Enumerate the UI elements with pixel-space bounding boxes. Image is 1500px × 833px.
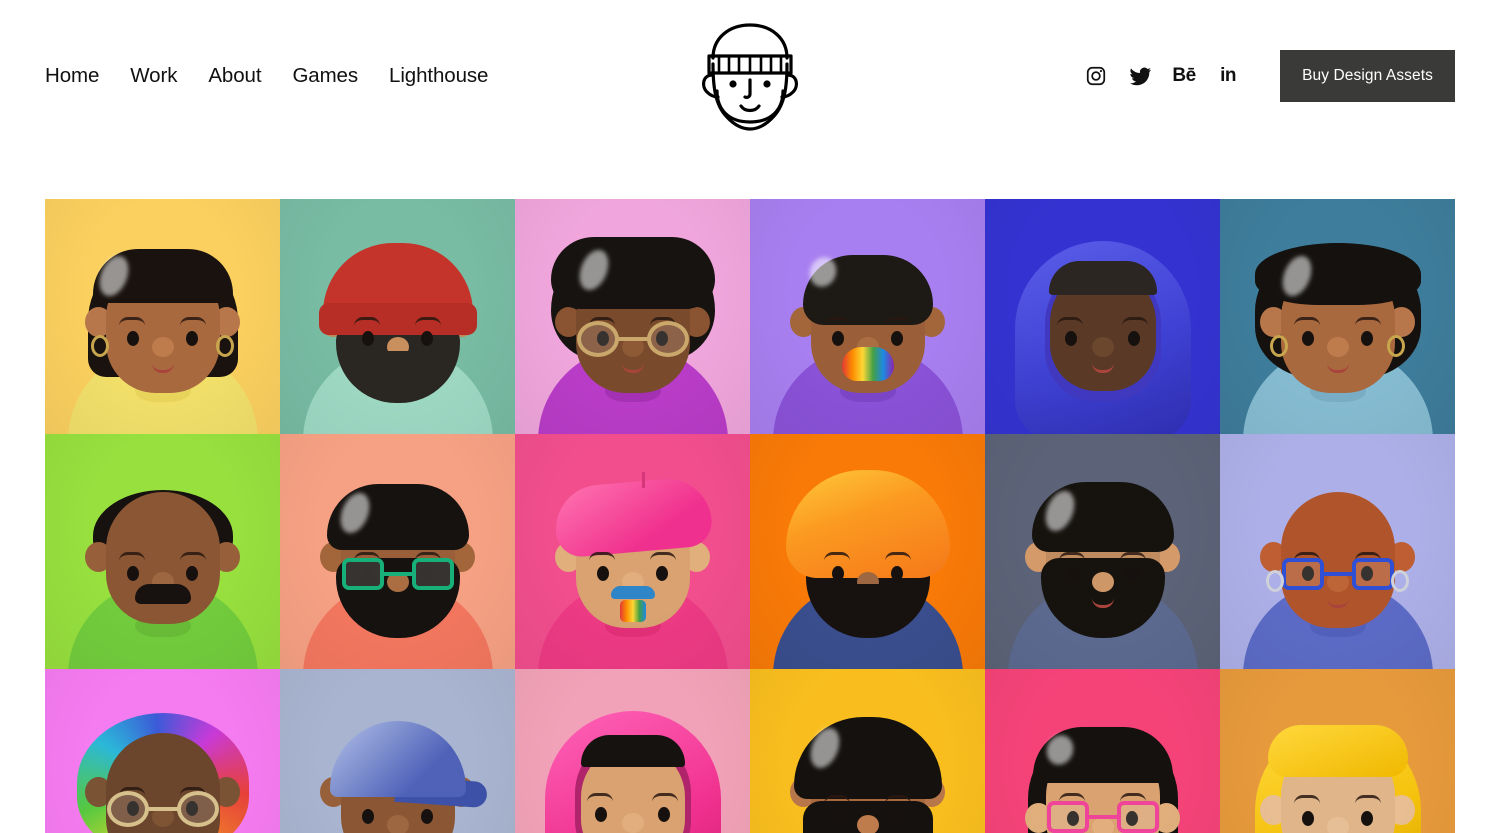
avatar-tile-3[interactable] bbox=[515, 199, 750, 434]
bearded-face-logo[interactable] bbox=[695, 18, 805, 134]
avatar-tile-15[interactable] bbox=[515, 669, 750, 833]
blue-mustache bbox=[610, 586, 655, 599]
avatar-tile-16[interactable] bbox=[750, 669, 985, 833]
rainbow-goatee bbox=[619, 600, 646, 622]
avatar-tile-17[interactable] bbox=[985, 669, 1220, 833]
nav-item-about[interactable]: About bbox=[208, 65, 261, 87]
nav-item-lighthouse[interactable]: Lighthouse bbox=[389, 65, 488, 87]
rainbow-mustache bbox=[841, 347, 894, 381]
round-glasses bbox=[576, 321, 689, 357]
buy-design-assets-button[interactable]: Buy Design Assets bbox=[1280, 50, 1455, 102]
square-glasses bbox=[341, 556, 454, 592]
avatar-tile-5[interactable] bbox=[985, 199, 1220, 434]
page-root: Home Work About Games Lighthouse Bē in B… bbox=[0, 0, 1500, 833]
avatar-tile-14[interactable] bbox=[280, 669, 515, 833]
avatar-tile-2[interactable] bbox=[280, 199, 515, 434]
instagram-icon[interactable] bbox=[1074, 54, 1118, 98]
avatar-tile-10[interactable] bbox=[750, 434, 985, 669]
avatar-gallery-grid bbox=[45, 199, 1455, 833]
nav-item-games[interactable]: Games bbox=[292, 65, 358, 87]
avatar-tile-8[interactable] bbox=[280, 434, 515, 669]
twitter-icon[interactable] bbox=[1118, 54, 1162, 98]
avatar-tile-13[interactable] bbox=[45, 669, 280, 833]
baseball-cap bbox=[329, 721, 466, 797]
site-header: Home Work About Games Lighthouse Bē in B… bbox=[0, 0, 1500, 152]
avatar-tile-6[interactable] bbox=[1220, 199, 1455, 434]
pink-glasses bbox=[1046, 799, 1159, 833]
blue-square-glasses bbox=[1281, 556, 1394, 592]
avatar-tile-18[interactable] bbox=[1220, 669, 1455, 833]
nav-item-work[interactable]: Work bbox=[130, 65, 177, 87]
avatar-tile-12[interactable] bbox=[1220, 434, 1455, 669]
avatar-tile-9[interactable] bbox=[515, 434, 750, 669]
header-actions: Bē in Buy Design Assets bbox=[1074, 0, 1455, 152]
avatar-tile-1[interactable] bbox=[45, 199, 280, 434]
avatar-tile-7[interactable] bbox=[45, 434, 280, 669]
behance-icon[interactable]: Bē bbox=[1162, 54, 1206, 98]
linkedin-icon[interactable]: in bbox=[1206, 54, 1250, 98]
nav-item-home[interactable]: Home bbox=[45, 65, 99, 87]
avatar-tile-11[interactable] bbox=[985, 434, 1220, 669]
avatar-tile-4[interactable] bbox=[750, 199, 985, 434]
pink-beret bbox=[551, 475, 714, 559]
orange-turban bbox=[785, 470, 950, 578]
main-navigation: Home Work About Games Lighthouse bbox=[45, 0, 488, 152]
round-glasses bbox=[106, 791, 219, 827]
